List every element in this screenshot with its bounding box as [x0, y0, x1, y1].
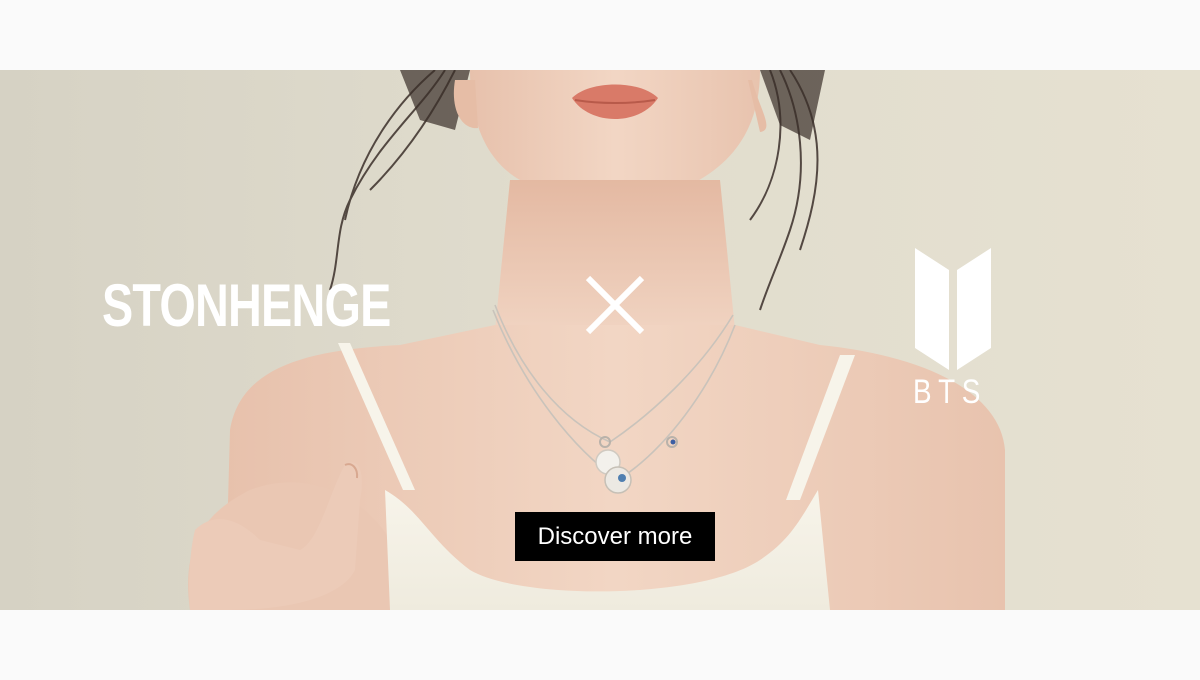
discover-more-button[interactable]: Discover more — [515, 512, 715, 561]
hero-banner[interactable]: STONHENGE BTS Discover more — [0, 70, 1200, 610]
stonhenge-logo-text: STONHENGE — [102, 272, 391, 339]
page: STONHENGE BTS Discover more — [0, 0, 1200, 680]
ear-left — [453, 80, 478, 129]
bts-logo-text: BTS — [913, 373, 987, 411]
cross-icon — [585, 275, 645, 335]
